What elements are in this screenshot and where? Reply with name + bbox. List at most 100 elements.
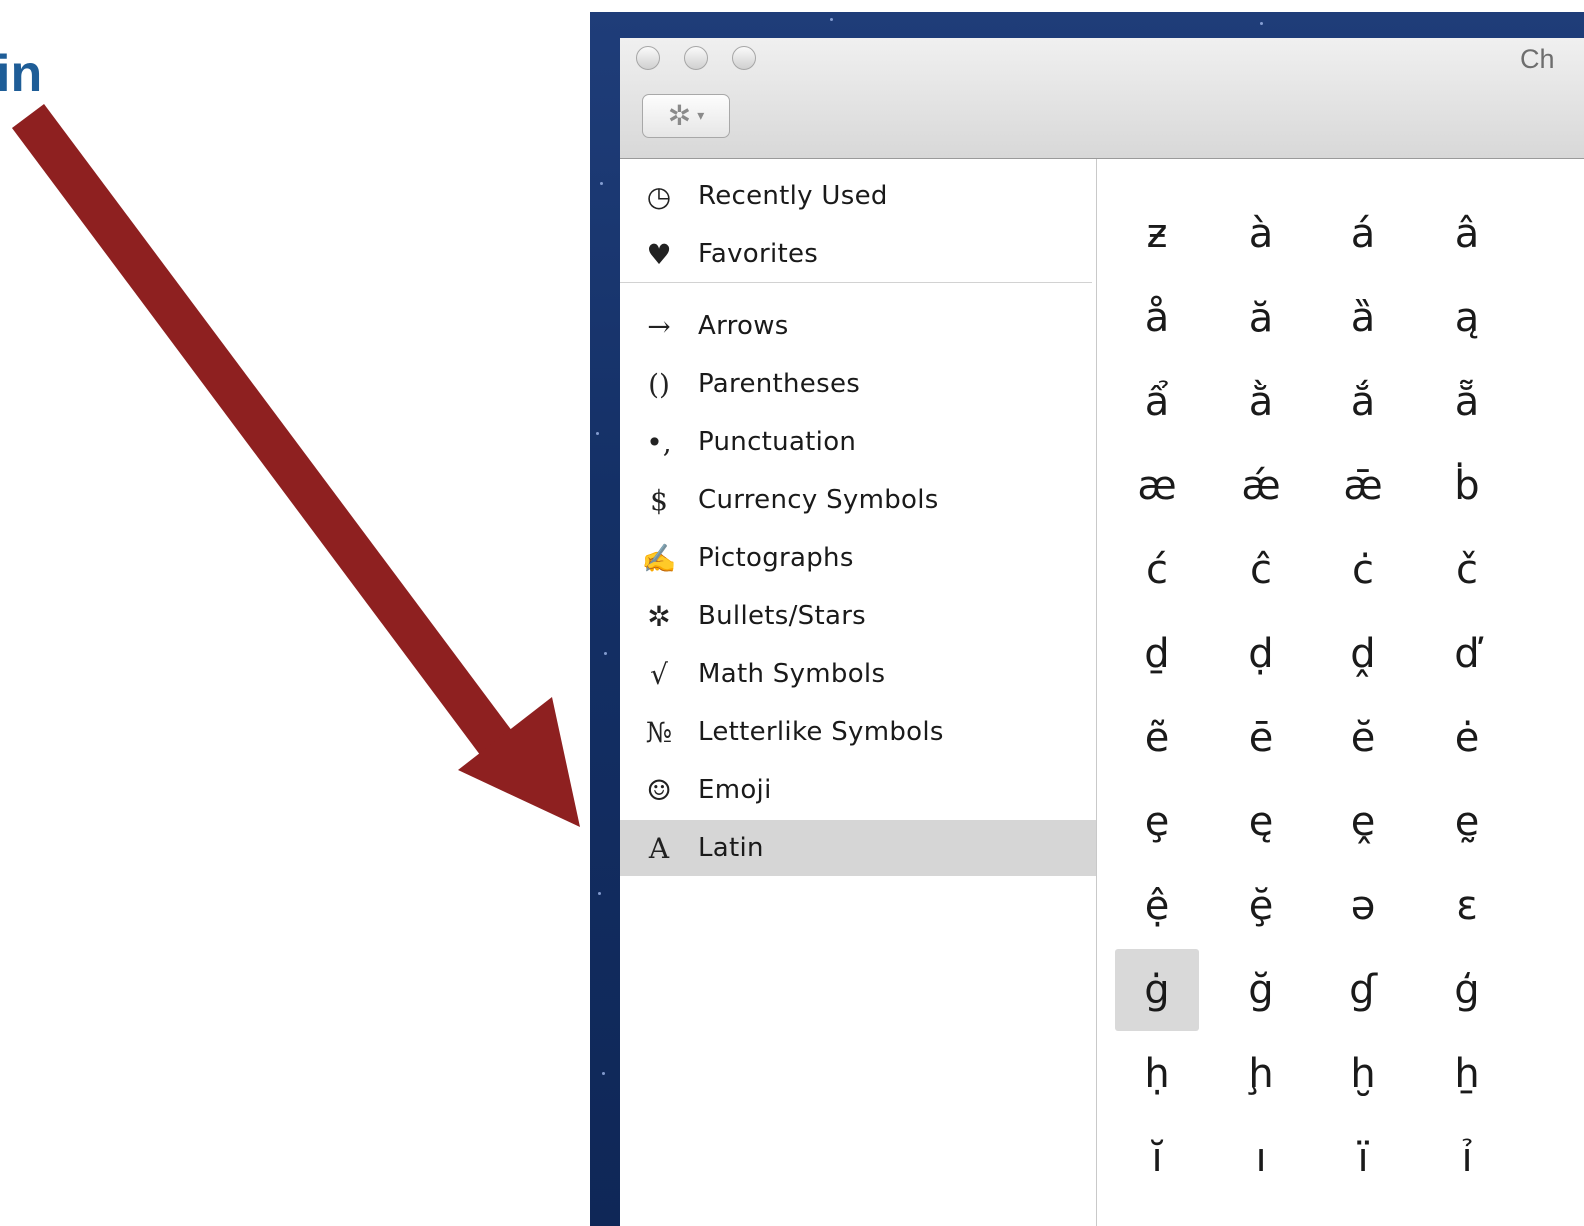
letter-a-icon: A [648,831,670,865]
character-cell[interactable]: ı [1219,1117,1303,1199]
sidebar-item-label: Latin [698,833,764,863]
chevron-down-icon: ▾ [697,108,705,124]
character-cell[interactable]: ă [1219,277,1303,359]
character-cell[interactable]: ģ [1425,949,1509,1031]
numero-icon: № [645,715,673,749]
character-cell[interactable]: ǣ [1321,445,1405,527]
character-cell[interactable]: æ [1115,445,1199,527]
annotation-arrow [11,104,580,827]
star [830,18,833,21]
sidebar-item-label: Arrows [698,311,789,341]
character-cell[interactable]: ẖ [1425,1033,1509,1115]
sidebar-item-punctuation[interactable]: •, Punctuation [620,414,1096,470]
dollar-icon: $ [650,483,668,517]
character-cell[interactable]: â [1425,193,1509,275]
character-cell[interactable]: á [1321,193,1405,275]
character-cell[interactable]: ḩ [1219,1033,1303,1115]
character-cell[interactable]: ắ [1321,361,1405,443]
character-cell[interactable]: ē [1219,697,1303,779]
sidebar-item-label: Recently Used [698,181,888,211]
sidebar-item-letterlike-symbols[interactable]: № Letterlike Symbols [620,704,1096,760]
gear-icon: ✲ [667,99,692,132]
character-cell[interactable]: ğ [1219,949,1303,1031]
square-root-icon: √ [650,657,668,691]
star [604,652,607,655]
character-cell[interactable]: ę [1219,781,1303,863]
sidebar-item-favorites[interactable]: ♥ Favorites [620,226,1096,282]
character-cell[interactable]: ḓ [1321,613,1405,695]
character-cell[interactable]: ə [1321,865,1405,947]
character-cell[interactable]: å [1115,277,1199,359]
character-cell[interactable]: ǽ [1219,445,1303,527]
sidebar-item-label: Emoji [698,775,772,805]
character-cell[interactable]: ą [1425,277,1509,359]
character-cell[interactable]: ƶ [1115,193,1199,275]
action-menu-button[interactable]: ✲ ▾ [642,94,730,138]
punctuation-icon: •, [646,425,672,459]
character-cell[interactable]: ć [1115,529,1199,611]
character-cell[interactable]: ằ [1219,361,1303,443]
character-cell[interactable]: ė [1425,697,1509,779]
character-cell[interactable]: ḝ [1219,865,1303,947]
character-cell[interactable]: ċ [1321,529,1405,611]
character-cell[interactable]: ĉ [1219,529,1303,611]
sidebar-item-label: Parentheses [698,369,861,399]
character-cell[interactable]: ĭ [1115,1117,1199,1199]
pictograph-icon: ✍ [641,541,677,575]
sidebar-item-math-symbols[interactable]: √ Math Symbols [620,646,1096,702]
star [600,182,603,185]
character-cell[interactable]: ḫ [1321,1033,1405,1115]
clock-icon: ◷ [646,179,672,213]
heart-icon: ♥ [646,237,672,271]
sidebar-item-label: Punctuation [698,427,857,457]
asterisk-icon: ✲ [647,599,671,633]
character-cell[interactable]: ḙ [1321,781,1405,863]
star [602,1072,605,1075]
sidebar-item-bullets-stars[interactable]: ✲ Bullets/Stars [620,588,1096,644]
sidebar-item-pictographs[interactable]: ✍ Pictographs [620,530,1096,586]
star [1260,22,1263,25]
character-viewer-window: Ch ✲ ▾ ◷ Recently Used ♥ Favorites → Arrows ()… [620,38,1584,1226]
arrow-icon: → [647,309,671,343]
sidebar-item-label: Pictographs [698,543,854,573]
character-cell[interactable]: ɠ [1321,949,1405,1031]
sidebar-item-emoji[interactable]: ☺ Emoji [620,762,1096,818]
character-cell[interactable]: ỉ [1425,1117,1509,1199]
parentheses-icon: () [648,367,670,401]
character-cell[interactable]: ẩ [1115,361,1199,443]
character-cell[interactable]: à [1219,193,1303,275]
sidebar-item-latin[interactable]: A Latin [620,820,1096,876]
sidebar-item-recently-used[interactable]: ◷ Recently Used [620,168,1096,224]
sidebar-item-currency-symbols[interactable]: $ Currency Symbols [620,472,1096,528]
character-cell[interactable]: ḃ [1425,445,1509,527]
character-cell[interactable]: ḥ [1115,1033,1199,1115]
character-cell[interactable]: ḍ [1219,613,1303,695]
character-cell[interactable]: ȁ [1321,277,1405,359]
character-cell[interactable]: ď [1425,613,1509,695]
title-bar: Ch ✲ ▾ [620,38,1584,159]
sidebar-item-label: Bullets/Stars [698,601,867,631]
character-cell[interactable]: ȩ [1115,781,1199,863]
sidebar-item-parentheses[interactable]: () Parentheses [620,356,1096,412]
close-button[interactable] [636,46,660,70]
character-cell[interactable]: ɛ [1425,865,1509,947]
zoom-button[interactable] [732,46,756,70]
character-cell[interactable]: ḛ [1425,781,1509,863]
window-title: Ch [1520,44,1555,74]
sidebar-item-label: Letterlike Symbols [698,717,944,747]
sidebar-item-label: Currency Symbols [698,485,939,515]
sidebar-item-arrows[interactable]: → Arrows [620,298,1096,354]
character-cell[interactable]: ĕ [1321,697,1405,779]
character-cell[interactable]: ẽ [1115,697,1199,779]
smiley-icon: ☺ [646,773,672,807]
sidebar-item-label: Favorites [698,239,819,269]
sidebar-item-label: Math Symbols [698,659,886,689]
character-cell[interactable]: ḏ [1115,613,1199,695]
character-cell[interactable]: ẵ [1425,361,1509,443]
minimize-button[interactable] [684,46,708,70]
star [598,892,601,895]
character-cell[interactable]: ï [1321,1117,1405,1199]
character-cell[interactable]: ġ [1115,949,1199,1031]
character-cell[interactable]: ệ [1115,865,1199,947]
character-cell[interactable]: č [1425,529,1509,611]
